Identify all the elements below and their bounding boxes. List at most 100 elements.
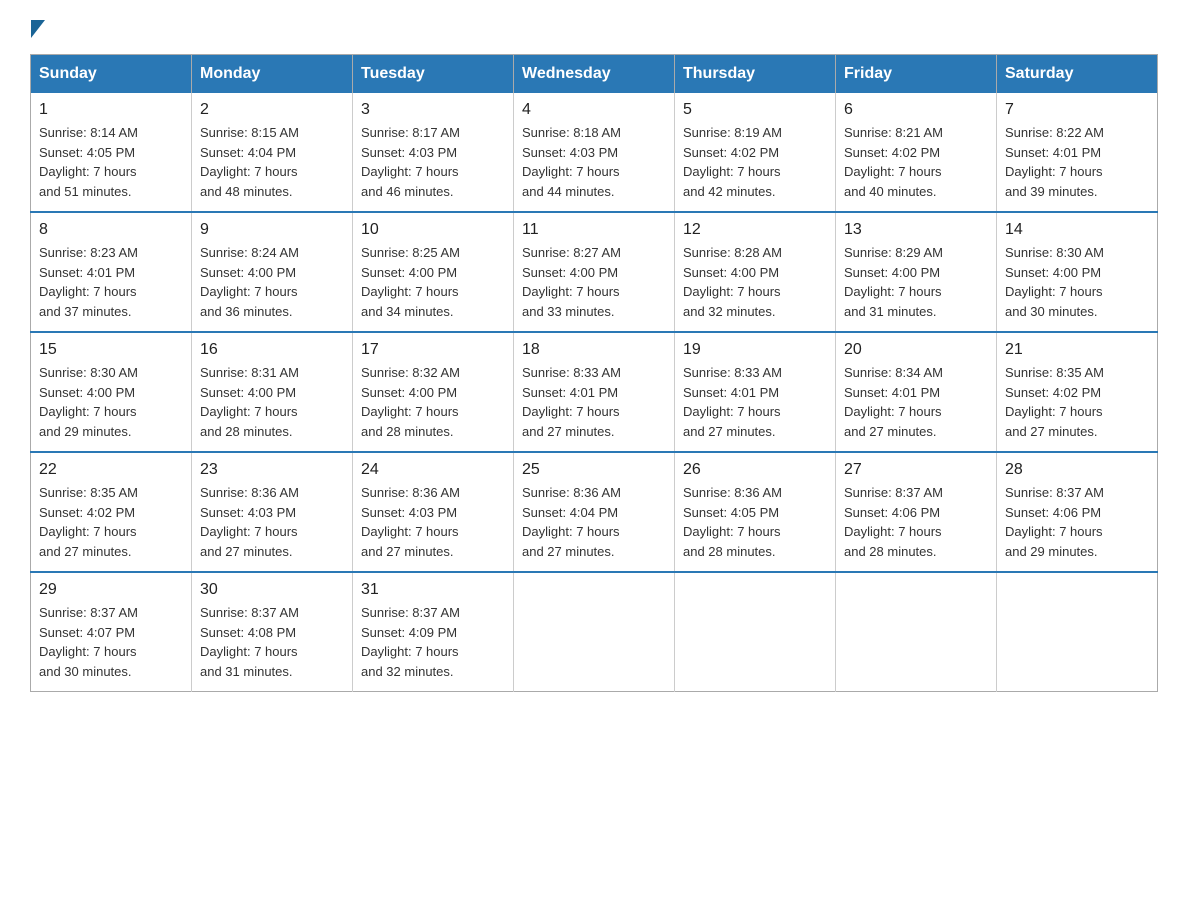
logo-triangle-icon bbox=[31, 20, 45, 38]
day-info: Sunrise: 8:18 AMSunset: 4:03 PMDaylight:… bbox=[522, 123, 666, 201]
day-number: 14 bbox=[1005, 221, 1149, 239]
day-number: 3 bbox=[361, 101, 505, 119]
day-number: 20 bbox=[844, 341, 988, 359]
day-info: Sunrise: 8:35 AMSunset: 4:02 PMDaylight:… bbox=[39, 483, 183, 561]
calendar-cell: 29 Sunrise: 8:37 AMSunset: 4:07 PMDaylig… bbox=[31, 572, 192, 692]
day-info: Sunrise: 8:37 AMSunset: 4:06 PMDaylight:… bbox=[844, 483, 988, 561]
calendar-cell bbox=[836, 572, 997, 692]
calendar-table: SundayMondayTuesdayWednesdayThursdayFrid… bbox=[30, 54, 1158, 692]
day-number: 27 bbox=[844, 461, 988, 479]
day-info: Sunrise: 8:36 AMSunset: 4:03 PMDaylight:… bbox=[361, 483, 505, 561]
day-number: 26 bbox=[683, 461, 827, 479]
day-info: Sunrise: 8:15 AMSunset: 4:04 PMDaylight:… bbox=[200, 123, 344, 201]
day-number: 12 bbox=[683, 221, 827, 239]
day-info: Sunrise: 8:19 AMSunset: 4:02 PMDaylight:… bbox=[683, 123, 827, 201]
day-number: 11 bbox=[522, 221, 666, 239]
calendar-cell: 24 Sunrise: 8:36 AMSunset: 4:03 PMDaylig… bbox=[353, 452, 514, 572]
day-number: 19 bbox=[683, 341, 827, 359]
calendar-cell: 27 Sunrise: 8:37 AMSunset: 4:06 PMDaylig… bbox=[836, 452, 997, 572]
day-number: 5 bbox=[683, 101, 827, 119]
day-info: Sunrise: 8:21 AMSunset: 4:02 PMDaylight:… bbox=[844, 123, 988, 201]
day-number: 29 bbox=[39, 581, 183, 599]
calendar-cell: 10 Sunrise: 8:25 AMSunset: 4:00 PMDaylig… bbox=[353, 212, 514, 332]
day-number: 17 bbox=[361, 341, 505, 359]
logo-blue-row bbox=[30, 20, 45, 38]
day-number: 9 bbox=[200, 221, 344, 239]
day-info: Sunrise: 8:33 AMSunset: 4:01 PMDaylight:… bbox=[522, 363, 666, 441]
day-number: 6 bbox=[844, 101, 988, 119]
day-number: 28 bbox=[1005, 461, 1149, 479]
day-number: 4 bbox=[522, 101, 666, 119]
week-row-3: 15 Sunrise: 8:30 AMSunset: 4:00 PMDaylig… bbox=[31, 332, 1158, 452]
calendar-cell: 28 Sunrise: 8:37 AMSunset: 4:06 PMDaylig… bbox=[997, 452, 1158, 572]
day-number: 10 bbox=[361, 221, 505, 239]
calendar-cell: 30 Sunrise: 8:37 AMSunset: 4:08 PMDaylig… bbox=[192, 572, 353, 692]
week-row-2: 8 Sunrise: 8:23 AMSunset: 4:01 PMDayligh… bbox=[31, 212, 1158, 332]
col-header-wednesday: Wednesday bbox=[514, 55, 675, 94]
calendar-cell: 9 Sunrise: 8:24 AMSunset: 4:00 PMDayligh… bbox=[192, 212, 353, 332]
day-number: 30 bbox=[200, 581, 344, 599]
day-info: Sunrise: 8:36 AMSunset: 4:05 PMDaylight:… bbox=[683, 483, 827, 561]
col-header-saturday: Saturday bbox=[997, 55, 1158, 94]
calendar-cell: 20 Sunrise: 8:34 AMSunset: 4:01 PMDaylig… bbox=[836, 332, 997, 452]
calendar-cell: 12 Sunrise: 8:28 AMSunset: 4:00 PMDaylig… bbox=[675, 212, 836, 332]
calendar-cell: 15 Sunrise: 8:30 AMSunset: 4:00 PMDaylig… bbox=[31, 332, 192, 452]
calendar-cell: 25 Sunrise: 8:36 AMSunset: 4:04 PMDaylig… bbox=[514, 452, 675, 572]
calendar-cell: 13 Sunrise: 8:29 AMSunset: 4:00 PMDaylig… bbox=[836, 212, 997, 332]
day-info: Sunrise: 8:37 AMSunset: 4:06 PMDaylight:… bbox=[1005, 483, 1149, 561]
calendar-cell: 18 Sunrise: 8:33 AMSunset: 4:01 PMDaylig… bbox=[514, 332, 675, 452]
day-info: Sunrise: 8:31 AMSunset: 4:00 PMDaylight:… bbox=[200, 363, 344, 441]
col-header-monday: Monday bbox=[192, 55, 353, 94]
day-number: 25 bbox=[522, 461, 666, 479]
calendar-cell bbox=[514, 572, 675, 692]
day-info: Sunrise: 8:36 AMSunset: 4:03 PMDaylight:… bbox=[200, 483, 344, 561]
day-info: Sunrise: 8:37 AMSunset: 4:09 PMDaylight:… bbox=[361, 603, 505, 681]
calendar-cell: 7 Sunrise: 8:22 AMSunset: 4:01 PMDayligh… bbox=[997, 93, 1158, 212]
day-info: Sunrise: 8:30 AMSunset: 4:00 PMDaylight:… bbox=[1005, 243, 1149, 321]
day-number: 13 bbox=[844, 221, 988, 239]
day-number: 21 bbox=[1005, 341, 1149, 359]
col-header-sunday: Sunday bbox=[31, 55, 192, 94]
col-header-tuesday: Tuesday bbox=[353, 55, 514, 94]
day-info: Sunrise: 8:25 AMSunset: 4:00 PMDaylight:… bbox=[361, 243, 505, 321]
page-header bbox=[30, 20, 1158, 38]
calendar-cell: 23 Sunrise: 8:36 AMSunset: 4:03 PMDaylig… bbox=[192, 452, 353, 572]
day-info: Sunrise: 8:29 AMSunset: 4:00 PMDaylight:… bbox=[844, 243, 988, 321]
col-header-friday: Friday bbox=[836, 55, 997, 94]
day-number: 1 bbox=[39, 101, 183, 119]
calendar-header-row: SundayMondayTuesdayWednesdayThursdayFrid… bbox=[31, 55, 1158, 94]
calendar-cell: 22 Sunrise: 8:35 AMSunset: 4:02 PMDaylig… bbox=[31, 452, 192, 572]
day-number: 2 bbox=[200, 101, 344, 119]
day-info: Sunrise: 8:37 AMSunset: 4:08 PMDaylight:… bbox=[200, 603, 344, 681]
calendar-cell: 11 Sunrise: 8:27 AMSunset: 4:00 PMDaylig… bbox=[514, 212, 675, 332]
week-row-1: 1 Sunrise: 8:14 AMSunset: 4:05 PMDayligh… bbox=[31, 93, 1158, 212]
calendar-cell: 6 Sunrise: 8:21 AMSunset: 4:02 PMDayligh… bbox=[836, 93, 997, 212]
day-info: Sunrise: 8:37 AMSunset: 4:07 PMDaylight:… bbox=[39, 603, 183, 681]
week-row-4: 22 Sunrise: 8:35 AMSunset: 4:02 PMDaylig… bbox=[31, 452, 1158, 572]
calendar-cell: 26 Sunrise: 8:36 AMSunset: 4:05 PMDaylig… bbox=[675, 452, 836, 572]
day-number: 7 bbox=[1005, 101, 1149, 119]
day-info: Sunrise: 8:22 AMSunset: 4:01 PMDaylight:… bbox=[1005, 123, 1149, 201]
calendar-cell: 31 Sunrise: 8:37 AMSunset: 4:09 PMDaylig… bbox=[353, 572, 514, 692]
calendar-cell: 21 Sunrise: 8:35 AMSunset: 4:02 PMDaylig… bbox=[997, 332, 1158, 452]
day-info: Sunrise: 8:30 AMSunset: 4:00 PMDaylight:… bbox=[39, 363, 183, 441]
day-number: 23 bbox=[200, 461, 344, 479]
calendar-cell bbox=[997, 572, 1158, 692]
calendar-cell: 14 Sunrise: 8:30 AMSunset: 4:00 PMDaylig… bbox=[997, 212, 1158, 332]
calendar-cell: 17 Sunrise: 8:32 AMSunset: 4:00 PMDaylig… bbox=[353, 332, 514, 452]
day-info: Sunrise: 8:35 AMSunset: 4:02 PMDaylight:… bbox=[1005, 363, 1149, 441]
day-info: Sunrise: 8:14 AMSunset: 4:05 PMDaylight:… bbox=[39, 123, 183, 201]
day-info: Sunrise: 8:27 AMSunset: 4:00 PMDaylight:… bbox=[522, 243, 666, 321]
day-number: 24 bbox=[361, 461, 505, 479]
col-header-thursday: Thursday bbox=[675, 55, 836, 94]
day-number: 15 bbox=[39, 341, 183, 359]
calendar-cell: 8 Sunrise: 8:23 AMSunset: 4:01 PMDayligh… bbox=[31, 212, 192, 332]
calendar-cell: 2 Sunrise: 8:15 AMSunset: 4:04 PMDayligh… bbox=[192, 93, 353, 212]
day-info: Sunrise: 8:24 AMSunset: 4:00 PMDaylight:… bbox=[200, 243, 344, 321]
calendar-cell: 3 Sunrise: 8:17 AMSunset: 4:03 PMDayligh… bbox=[353, 93, 514, 212]
day-number: 18 bbox=[522, 341, 666, 359]
calendar-cell: 4 Sunrise: 8:18 AMSunset: 4:03 PMDayligh… bbox=[514, 93, 675, 212]
day-number: 31 bbox=[361, 581, 505, 599]
day-number: 8 bbox=[39, 221, 183, 239]
day-info: Sunrise: 8:28 AMSunset: 4:00 PMDaylight:… bbox=[683, 243, 827, 321]
